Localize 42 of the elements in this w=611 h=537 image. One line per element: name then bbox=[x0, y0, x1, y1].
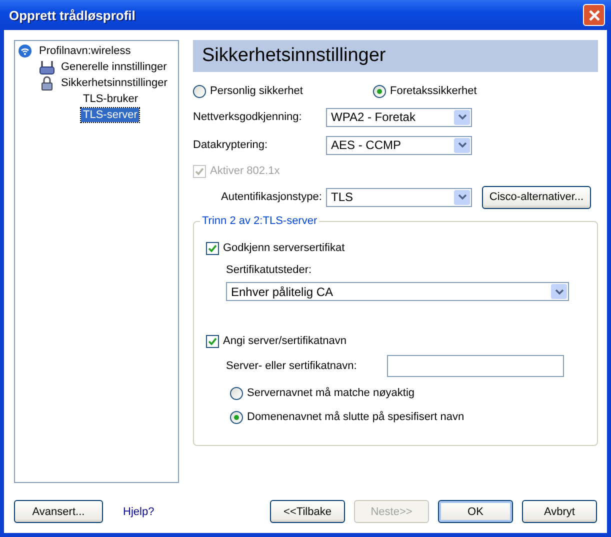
radio-button[interactable] bbox=[193, 84, 206, 98]
field-label: Nettverksgodkjenning: bbox=[193, 111, 303, 123]
router-icon bbox=[39, 60, 55, 74]
checkbox[interactable] bbox=[206, 242, 219, 254]
dialog-button[interactable]: OK bbox=[438, 500, 513, 523]
tree-item[interactable]: Generelle innstillinger bbox=[59, 60, 169, 74]
radio-label: Foretakssikkerhet bbox=[390, 85, 477, 97]
lock-icon bbox=[39, 76, 55, 90]
window-title: Opprett trådløsprofil bbox=[9, 8, 136, 22]
dropdown[interactable]: TLS bbox=[326, 188, 472, 206]
radio-label: Domenenavnet må slutte på spesifisert navn bbox=[247, 411, 464, 423]
dropdown[interactable]: WPA2 - Foretak bbox=[326, 108, 472, 126]
tree-item[interactable]: Profilnavn:wireless bbox=[37, 44, 133, 58]
server-name-field[interactable] bbox=[387, 355, 564, 377]
close-icon bbox=[588, 8, 600, 22]
field-label: Server- eller sertifikatnavn: bbox=[226, 360, 358, 372]
tree-item[interactable]: Sikkerhetsinnstillinger bbox=[59, 76, 170, 90]
radio-button[interactable] bbox=[373, 84, 386, 98]
tree-item[interactable]: TLS-server bbox=[81, 108, 140, 122]
field-label: Autentifikasjonstype: bbox=[220, 191, 323, 203]
close-button[interactable] bbox=[583, 4, 605, 26]
field-label: Sertifikatutsteder: bbox=[226, 264, 313, 276]
dialog-button[interactable]: Avbryt bbox=[522, 500, 597, 523]
tree-item[interactable]: TLS-bruker bbox=[81, 92, 140, 106]
checkbox-label: Godkjenn serversertifikat bbox=[223, 242, 345, 254]
dropdown[interactable]: Enhver pålitelig CA bbox=[226, 282, 569, 301]
radio-button[interactable] bbox=[230, 386, 243, 400]
checkbox-label: Aktiver 802.1x bbox=[210, 165, 280, 177]
wifi-icon bbox=[17, 44, 33, 58]
section-header: Sikkerhetsinnstillinger bbox=[193, 40, 598, 72]
cisco-options-button[interactable]: Cisco-alternativer... bbox=[482, 186, 591, 208]
advanced-button[interactable]: Avansert... bbox=[14, 500, 103, 523]
dialog-button[interactable]: <<Tilbake bbox=[270, 500, 345, 523]
checkbox-label: Angi server/sertifikatnavn bbox=[223, 335, 346, 347]
dropdown[interactable]: AES - CCMP bbox=[326, 136, 472, 154]
help-link[interactable]: Hjelp? bbox=[123, 506, 154, 518]
radio-label: Personlig sikkerhet bbox=[210, 85, 303, 97]
group-title: Trinn 2 av 2:TLS-server bbox=[200, 215, 320, 227]
radio-button[interactable] bbox=[230, 410, 243, 424]
field-label: Datakryptering: bbox=[193, 139, 269, 151]
checkbox[interactable] bbox=[206, 334, 219, 348]
radio-label: Servernavnet må matche nøyaktig bbox=[247, 387, 415, 399]
